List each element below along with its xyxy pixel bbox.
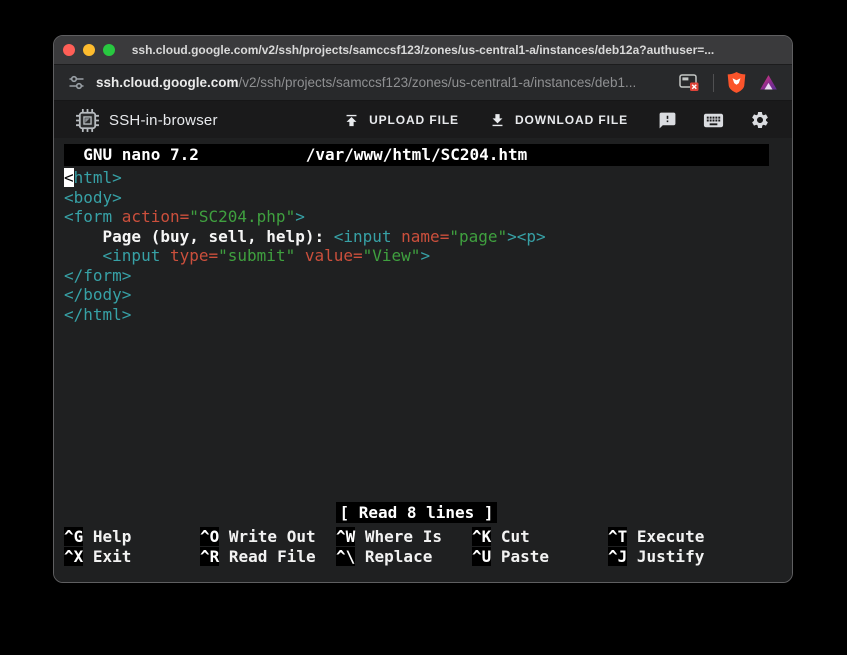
traffic-lights <box>63 36 115 64</box>
nano-shortcut: ^R Read File <box>200 546 316 566</box>
url-path: /v2/ssh/projects/samccsf123/zones/us-cen… <box>238 75 637 90</box>
feedback-icon[interactable] <box>658 111 677 130</box>
tune-icon[interactable] <box>68 74 85 91</box>
close-window-button[interactable] <box>63 44 75 56</box>
code-line: </form> <box>64 265 132 285</box>
download-file-label: DOWNLOAD FILE <box>514 113 628 127</box>
browser-window: ssh.cloud.google.com/v2/ssh/projects/sam… <box>53 35 793 583</box>
nano-status-line: [ Read 8 lines ] <box>64 502 769 523</box>
zoom-window-button[interactable] <box>103 44 115 56</box>
ssh-header: SSH-in-browser UPLOAD FILE DOWNLOAD FILE <box>54 101 792 139</box>
nano-shortcut: ^X Exit <box>64 546 132 566</box>
nano-shortcut: ^J Justify <box>608 546 705 566</box>
settings-gear-icon[interactable] <box>750 110 770 130</box>
upload-file-button[interactable]: UPLOAD FILE <box>343 112 459 129</box>
app-title: SSH-in-browser <box>109 111 218 129</box>
nano-shortcut: ^T Execute <box>608 527 705 546</box>
divider <box>713 73 714 92</box>
browser-addressbar: ssh.cloud.google.com/v2/ssh/projects/sam… <box>54 65 792 101</box>
upload-icon <box>346 114 357 126</box>
nano-bottom-bar: [ Read 8 lines ] ^G Help ^O Write Out ^W W… <box>64 502 769 566</box>
minimize-window-button[interactable] <box>83 44 95 56</box>
url-field[interactable]: ssh.cloud.google.com/v2/ssh/projects/sam… <box>96 75 668 90</box>
nano-shortcuts: ^G Help ^O Write Out ^W Where Is ^K Cut ^T E… <box>64 527 769 566</box>
window-title: ssh.cloud.google.com/v2/ssh/projects/sam… <box>131 43 715 57</box>
nano-shortcut: ^K Cut <box>472 527 530 546</box>
nano-titlebar: GNU nano 7.2 /var/www/html/SC204.htm <box>64 144 769 166</box>
code-line: <body> <box>64 187 122 207</box>
code-line: <input type="submit" value="View"> <box>64 246 431 265</box>
upload-file-label: UPLOAD FILE <box>369 113 459 127</box>
code-line: Page (buy, sell, help): <input name="pag… <box>64 226 546 246</box>
code-line: </html> <box>64 304 132 324</box>
nano-shortcut: ^\ Replace <box>336 546 433 566</box>
download-file-button[interactable]: DOWNLOAD FILE <box>489 112 628 129</box>
keyboard-icon[interactable] <box>702 109 725 132</box>
brave-shield-icon[interactable] <box>727 72 746 93</box>
header-icon-buttons <box>658 109 770 132</box>
blocked-content-icon[interactable] <box>679 73 700 92</box>
download-icon <box>492 113 503 126</box>
chip-icon <box>75 108 100 133</box>
nano-shortcut: ^G Help <box>64 527 132 546</box>
macos-titlebar: ssh.cloud.google.com/v2/ssh/projects/sam… <box>54 36 792 65</box>
nano-shortcut: ^O Write Out <box>200 527 316 546</box>
code-line: </body> <box>64 285 132 304</box>
brave-rewards-triangle-icon[interactable] <box>759 74 778 91</box>
terminal[interactable]: GNU nano 7.2 /var/www/html/SC204.htm <ht… <box>54 138 792 582</box>
nano-shortcut: ^W Where Is <box>336 527 442 546</box>
addressbar-actions <box>679 72 778 93</box>
code-line: <form action="SC204.php"> <box>64 207 305 226</box>
desktop: { "window": { "title": "ssh.cloud.google… <box>0 0 847 655</box>
code-line: <html> <box>64 168 122 187</box>
code-area: <html> <body> <form action="SC204.php"> Pa… <box>64 168 792 324</box>
url-domain: ssh.cloud.google.com <box>96 75 239 90</box>
nano-shortcut: ^U Paste <box>472 546 550 566</box>
nano-filename: /var/www/html/SC204.htm <box>305 145 528 165</box>
